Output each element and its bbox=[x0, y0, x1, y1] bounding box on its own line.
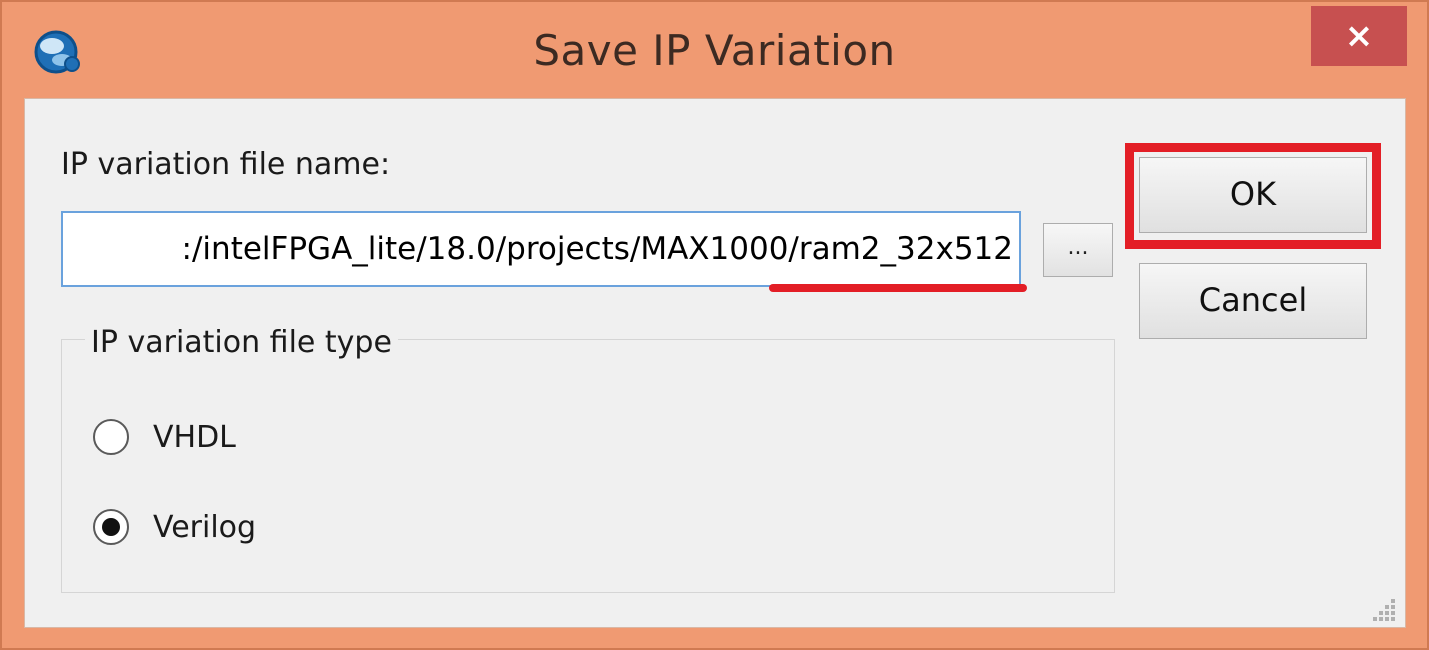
filename-underline-annotation bbox=[769, 284, 1027, 292]
radio-vhdl-label[interactable]: VHDL bbox=[153, 420, 236, 455]
radio-verilog[interactable] bbox=[93, 509, 129, 545]
window-title: Save IP Variation bbox=[533, 26, 896, 75]
close-button[interactable]: × bbox=[1311, 6, 1407, 66]
radio-vhdl[interactable] bbox=[93, 419, 129, 455]
title-bar[interactable]: Save IP Variation × bbox=[2, 2, 1427, 98]
resize-grip-icon[interactable] bbox=[1369, 593, 1399, 623]
radio-verilog-label[interactable]: Verilog bbox=[153, 510, 256, 545]
browse-button[interactable]: ... bbox=[1043, 223, 1113, 277]
dialog-body: IP variation file name: :/intelFPGA_lite… bbox=[24, 98, 1406, 628]
ok-button[interactable]: OK bbox=[1139, 157, 1367, 233]
dialog-window: Save IP Variation × IP variation file na… bbox=[0, 0, 1429, 650]
cancel-button[interactable]: Cancel bbox=[1139, 263, 1367, 339]
file-name-label: IP variation file name: bbox=[61, 147, 391, 182]
file-type-group-label: IP variation file type bbox=[85, 325, 398, 360]
radio-selected-dot bbox=[102, 518, 120, 536]
file-type-group bbox=[61, 339, 1115, 593]
file-name-input[interactable]: :/intelFPGA_lite/18.0/projects/MAX1000/r… bbox=[61, 211, 1021, 287]
